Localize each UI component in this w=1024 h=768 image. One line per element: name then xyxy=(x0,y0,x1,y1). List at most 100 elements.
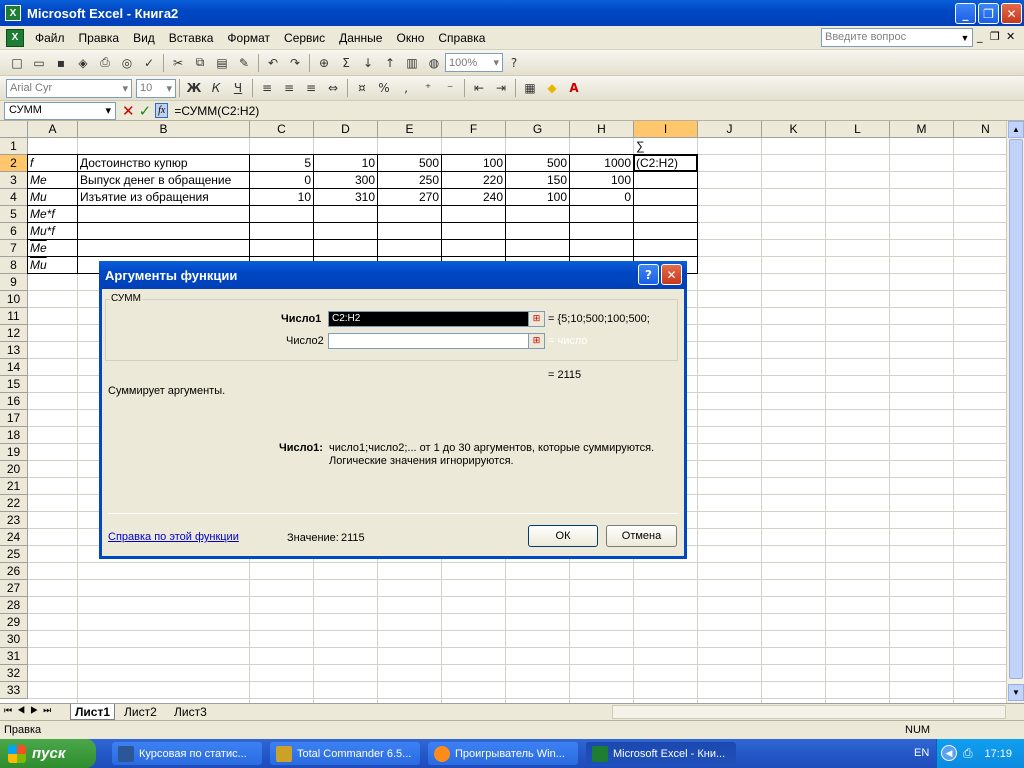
cell-g2[interactable]: 500 xyxy=(506,155,569,172)
font-select[interactable]: Arial Cyr ▾ xyxy=(6,78,132,98)
ask-dropdown-icon[interactable]: ▼ xyxy=(958,29,972,46)
horizontal-scrollbar[interactable] xyxy=(612,705,1006,719)
row-header-2[interactable]: 2 xyxy=(0,155,28,172)
underline-button[interactable]: Ч xyxy=(227,78,249,98)
row-header-29[interactable]: 29 xyxy=(0,614,28,631)
row-header-6[interactable]: 6 xyxy=(0,223,28,240)
tab-sheet3[interactable]: Лист3 xyxy=(170,704,211,720)
chart-wizard-icon[interactable]: ▥ xyxy=(401,53,423,73)
row-header-26[interactable]: 26 xyxy=(0,563,28,580)
row-header-4[interactable]: 4 xyxy=(0,189,28,206)
enter-icon[interactable]: ✓ xyxy=(139,102,152,120)
row-header-11[interactable]: 11 xyxy=(0,308,28,325)
cell-h4[interactable]: 0 xyxy=(570,189,633,206)
cell-a4[interactable]: Mu xyxy=(28,189,77,206)
row-header-30[interactable]: 30 xyxy=(0,631,28,648)
new-icon[interactable]: □ xyxy=(6,53,28,73)
task-excel[interactable]: Microsoft Excel - Кни... xyxy=(586,742,736,765)
print-icon[interactable]: ⎙ xyxy=(94,53,116,73)
row-header-8[interactable]: 8 xyxy=(0,257,28,274)
permission-icon[interactable]: ◈ xyxy=(72,53,94,73)
italic-button[interactable]: К xyxy=(205,78,227,98)
sort-desc-icon[interactable]: ↑ xyxy=(379,53,401,73)
drawing-icon[interactable]: ◍ xyxy=(423,53,445,73)
undo-icon[interactable]: ↶ xyxy=(262,53,284,73)
font-size-select[interactable]: 10 ▾ xyxy=(136,78,176,98)
row-header-27[interactable]: 27 xyxy=(0,580,28,597)
row-header-19[interactable]: 19 xyxy=(0,444,28,461)
align-left-icon[interactable]: ≡ xyxy=(256,78,278,98)
cell-i1[interactable]: ∑ xyxy=(634,138,697,155)
autosum-icon[interactable]: Σ xyxy=(335,53,357,73)
decrease-decimal-icon[interactable]: ⁻ xyxy=(439,78,461,98)
format-painter-icon[interactable]: ✎ xyxy=(233,53,255,73)
menu-edit[interactable]: Правка xyxy=(72,31,127,45)
tab-sheet2[interactable]: Лист2 xyxy=(120,704,161,720)
ok-button[interactable]: ОК xyxy=(528,525,598,547)
decrease-indent-icon[interactable]: ⇤ xyxy=(468,78,490,98)
dialog-close-button[interactable]: ✕ xyxy=(661,264,682,285)
range-picker-icon[interactable]: ⊞ xyxy=(528,334,544,348)
cell-d2[interactable]: 10 xyxy=(314,155,377,172)
cell-d4[interactable]: 310 xyxy=(314,189,377,206)
scroll-up-icon[interactable]: ▲ xyxy=(1008,121,1024,138)
excel-app-icon[interactable]: X xyxy=(5,5,21,21)
open-icon[interactable]: ▭ xyxy=(28,53,50,73)
formula-input[interactable]: =СУММ(C2:H2) xyxy=(174,104,259,118)
preview-icon[interactable]: ◎ xyxy=(116,53,138,73)
menu-tools[interactable]: Сервис xyxy=(277,31,332,45)
sheet-nav-arrows-icon[interactable]: ⏮◀▶⏭ xyxy=(4,705,56,716)
menu-window[interactable]: Окно xyxy=(389,31,431,45)
column-header-m[interactable]: M xyxy=(890,121,954,138)
task-word[interactable]: Курсовая по статис... xyxy=(112,742,262,765)
task-total-commander[interactable]: Total Commander 6.5... xyxy=(270,742,420,765)
select-all-corner[interactable] xyxy=(0,121,28,138)
cell-e2[interactable]: 500 xyxy=(378,155,441,172)
cell-e4[interactable]: 270 xyxy=(378,189,441,206)
cell-a3[interactable]: Me xyxy=(28,172,77,189)
row-header-7[interactable]: 7 xyxy=(0,240,28,257)
cut-icon[interactable]: ✂ xyxy=(167,53,189,73)
range-picker-icon[interactable]: ⊞ xyxy=(528,312,544,326)
column-header-f[interactable]: F xyxy=(442,121,506,138)
row-header-31[interactable]: 31 xyxy=(0,648,28,665)
row-header-13[interactable]: 13 xyxy=(0,342,28,359)
row-header-9[interactable]: 9 xyxy=(0,274,28,291)
vertical-scrollbar[interactable]: ▲ ▼ xyxy=(1006,121,1024,703)
row-header-23[interactable]: 23 xyxy=(0,512,28,529)
tray-expand-icon[interactable]: ◀ xyxy=(941,745,957,761)
row-header-3[interactable]: 3 xyxy=(0,172,28,189)
column-header-k[interactable]: K xyxy=(762,121,826,138)
row-header-12[interactable]: 12 xyxy=(0,325,28,342)
row-header-1[interactable]: 1 xyxy=(0,138,28,155)
align-center-icon[interactable]: ≡ xyxy=(278,78,300,98)
doc-restore-icon[interactable]: ❐ xyxy=(990,30,1000,43)
cell-e3[interactable]: 250 xyxy=(378,172,441,189)
close-button[interactable]: ✕ xyxy=(1001,3,1022,24)
align-right-icon[interactable]: ≡ xyxy=(300,78,322,98)
insert-function-button[interactable]: fx xyxy=(155,103,169,118)
column-header-h[interactable]: H xyxy=(570,121,634,138)
row-header-17[interactable]: 17 xyxy=(0,410,28,427)
font-color-icon[interactable]: A xyxy=(563,78,585,98)
zoom-select[interactable]: 100% ▾ xyxy=(445,53,503,72)
hyperlink-icon[interactable]: ⊕ xyxy=(313,53,335,73)
row-header-22[interactable]: 22 xyxy=(0,495,28,512)
percent-icon[interactable]: % xyxy=(373,78,395,98)
menu-format[interactable]: Формат xyxy=(220,31,277,45)
row-header-33[interactable]: 33 xyxy=(0,682,28,699)
arg1-input[interactable]: C2:H2 ⊞ xyxy=(328,311,545,327)
cell-g4[interactable]: 100 xyxy=(506,189,569,206)
cell-h2[interactable]: 1000 xyxy=(570,155,633,172)
printer-tray-icon[interactable]: ⎙ xyxy=(963,746,973,761)
cell-f2[interactable]: 100 xyxy=(442,155,505,172)
sort-asc-icon[interactable]: ↓ xyxy=(357,53,379,73)
column-header-a[interactable]: A xyxy=(28,121,78,138)
row-header-15[interactable]: 15 xyxy=(0,376,28,393)
cell-i2[interactable]: (C2:H2) xyxy=(634,155,697,172)
ask-question-input[interactable]: Введите вопрос xyxy=(821,28,973,47)
paste-icon[interactable]: ▤ xyxy=(211,53,233,73)
cell-c3[interactable]: 0 xyxy=(250,172,313,189)
fill-color-icon[interactable]: ◆ xyxy=(541,78,563,98)
column-header-j[interactable]: J xyxy=(698,121,762,138)
